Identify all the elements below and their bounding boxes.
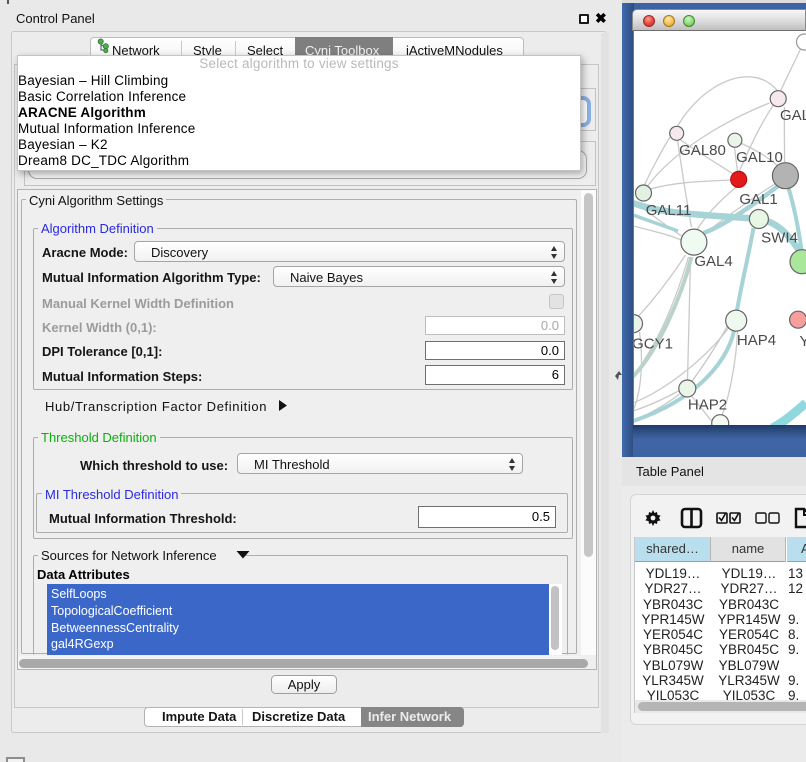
svg-text:GAL2: GAL2 <box>780 107 806 124</box>
svg-text:GAL4: GAL4 <box>694 253 732 270</box>
svg-text:GAL1: GAL1 <box>739 191 777 208</box>
svg-text:GAL11: GAL11 <box>646 202 692 219</box>
svg-text:HAP2: HAP2 <box>688 397 727 414</box>
svg-text:GCY1: GCY1 <box>634 336 673 353</box>
svg-text:HAP4: HAP4 <box>737 332 776 349</box>
svg-text:GAL80: GAL80 <box>679 142 726 159</box>
svg-text:SWI4: SWI4 <box>761 230 798 247</box>
svg-text:GAL10: GAL10 <box>736 149 783 166</box>
svg-text:YM: YM <box>800 333 806 350</box>
